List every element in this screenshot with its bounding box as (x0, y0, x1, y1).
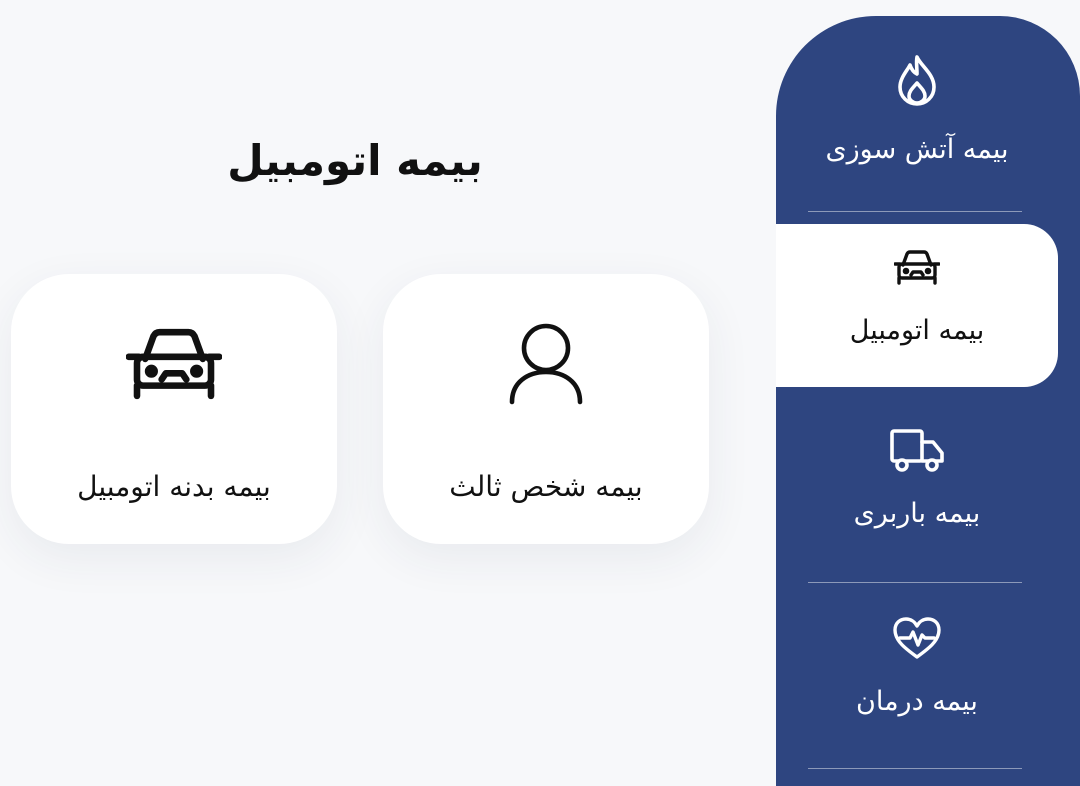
page-title: بیمه اتومبیل (227, 136, 483, 185)
sidebar-item-label: بیمه باربری (853, 498, 981, 529)
third-party-insurance-card[interactable]: بیمه شخص ثالث (383, 274, 709, 544)
sidebar-item-health-insurance[interactable]: بیمه درمان (776, 616, 1058, 736)
person-icon (383, 322, 709, 406)
sidebar-item-car-insurance[interactable]: بیمه اتومبیل (776, 224, 1058, 387)
sidebar-item-fire-insurance[interactable]: بیمه آتش سوزی (776, 54, 1058, 184)
sidebar-item-label: بیمه اتومبیل (849, 315, 985, 346)
sidebar: بیمه آتش سوزی بیمه اتومبیل بیمه باربری ب… (776, 16, 1080, 786)
card-label: بیمه بدنه اتومبیل (77, 470, 271, 503)
sidebar-item-label: بیمه آتش سوزی (825, 134, 1009, 165)
flame-icon (895, 54, 939, 106)
sidebar-divider (808, 211, 1022, 212)
car-body-insurance-card[interactable]: بیمه بدنه اتومبیل (11, 274, 337, 544)
sidebar-item-label: بیمه درمان (856, 686, 978, 717)
sidebar-item-cargo-insurance[interactable]: بیمه باربری (776, 428, 1058, 568)
heart-pulse-icon (892, 616, 942, 660)
sidebar-divider (808, 582, 1022, 583)
car-icon (894, 249, 940, 285)
sidebar-divider (808, 768, 1022, 769)
card-label: بیمه شخص ثالث (449, 470, 643, 503)
car-icon (11, 326, 337, 400)
truck-icon (889, 428, 945, 472)
